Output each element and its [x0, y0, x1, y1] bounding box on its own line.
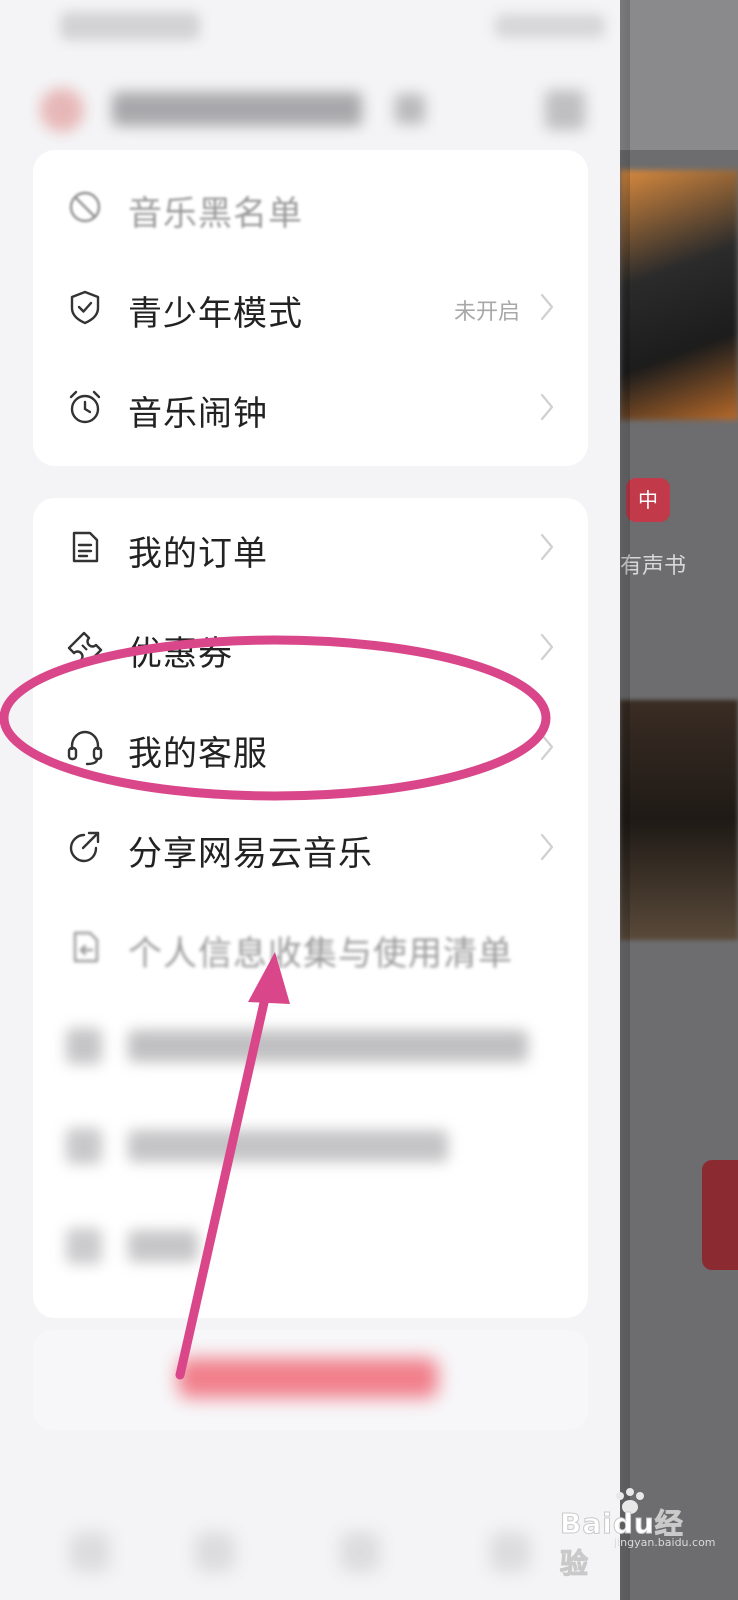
logout-button[interactable]: [178, 1358, 438, 1398]
file-return-icon: [73, 931, 99, 963]
chevron-right-icon: [395, 94, 425, 124]
menu-item-privacy-list[interactable]: 个人信息收集与使用清单: [33, 898, 588, 998]
watermark-sub: jingyan.baidu.com: [614, 1536, 716, 1549]
menu-item-coupons[interactable]: 优惠券: [33, 598, 588, 698]
ticket-icon: [67, 631, 103, 666]
logout-area: [33, 1330, 588, 1430]
menu-item-label: 个人信息收集与使用清单: [128, 934, 513, 974]
main-header-blurred: [620, 0, 738, 150]
baidu-watermark: Baidu经验 jingyan.baidu.com: [560, 1488, 716, 1581]
chevron-right-icon: [540, 833, 554, 861]
alarm-clock-icon: [69, 390, 101, 424]
nav-icon-1[interactable]: [70, 1532, 110, 1572]
chevron-right-icon: [540, 733, 554, 761]
menu-item-customer-service[interactable]: 我的客服: [33, 698, 588, 798]
status-text: 未开启: [453, 300, 520, 325]
avatar[interactable]: [40, 88, 84, 132]
status-bar-time: [60, 12, 200, 40]
menu-item-label: 我的订单: [128, 534, 268, 574]
red-card: [702, 1160, 738, 1270]
chevron-right-icon: [540, 393, 554, 421]
chevron-right-icon: [540, 293, 554, 321]
side-drawer: 音乐黑名单 青少年模式 未开启 音乐闹钟 我的订单 优惠券 我的客服 分享网易云…: [0, 0, 620, 1600]
menu-item-alarm[interactable]: 音乐闹钟: [33, 358, 588, 458]
username-blurred: [112, 92, 362, 126]
shield-icon: [70, 290, 100, 325]
nav-icon-3[interactable]: [340, 1532, 380, 1572]
menu-item-share[interactable]: 分享网易云音乐: [33, 798, 588, 898]
menu-item-label: 青少年模式: [128, 294, 303, 334]
menu-item-orders[interactable]: 我的订单: [33, 498, 588, 598]
menu-item-label: 音乐黑名单: [128, 194, 303, 234]
document-icon: [72, 531, 99, 563]
nav-icon-2[interactable]: [195, 1532, 235, 1572]
menu-item-label: 分享网易云音乐: [128, 834, 373, 874]
banner-image: [620, 170, 738, 420]
settings-card-2: 我的订单 优惠券 我的客服 分享网易云音乐 个人信息收集与使用清单: [33, 498, 588, 1318]
main-screen-behind: 中 有声书: [620, 0, 738, 1600]
menu-item-label: 优惠券: [128, 634, 233, 674]
block-icon: [69, 191, 101, 223]
menu-item-label: 我的客服: [128, 734, 268, 774]
settings-card-1: 音乐黑名单 青少年模式 未开启 音乐闹钟: [33, 150, 588, 466]
menu-item-blurred-3[interactable]: [33, 1198, 588, 1298]
menu-item-label: 音乐闹钟: [128, 394, 268, 434]
chevron-right-icon: [540, 533, 554, 561]
share-icon: [69, 831, 100, 863]
menu-item-blacklist[interactable]: 音乐黑名单: [33, 158, 588, 258]
headset-icon: [67, 730, 103, 766]
scan-icon[interactable]: [545, 90, 585, 130]
bottom-nav-blurred: [0, 1500, 620, 1600]
menu-item-teen-mode[interactable]: 青少年模式 未开启: [33, 258, 588, 358]
content-image: [620, 700, 738, 940]
audiobook-icon: 中: [626, 478, 670, 522]
menu-item-blurred-1[interactable]: [33, 998, 588, 1098]
profile-header[interactable]: [40, 80, 600, 140]
chevron-right-icon: [540, 633, 554, 661]
menu-item-blurred-2[interactable]: [33, 1098, 588, 1198]
status-bar-icons: [495, 14, 605, 38]
nav-icon-4[interactable]: [490, 1532, 530, 1572]
